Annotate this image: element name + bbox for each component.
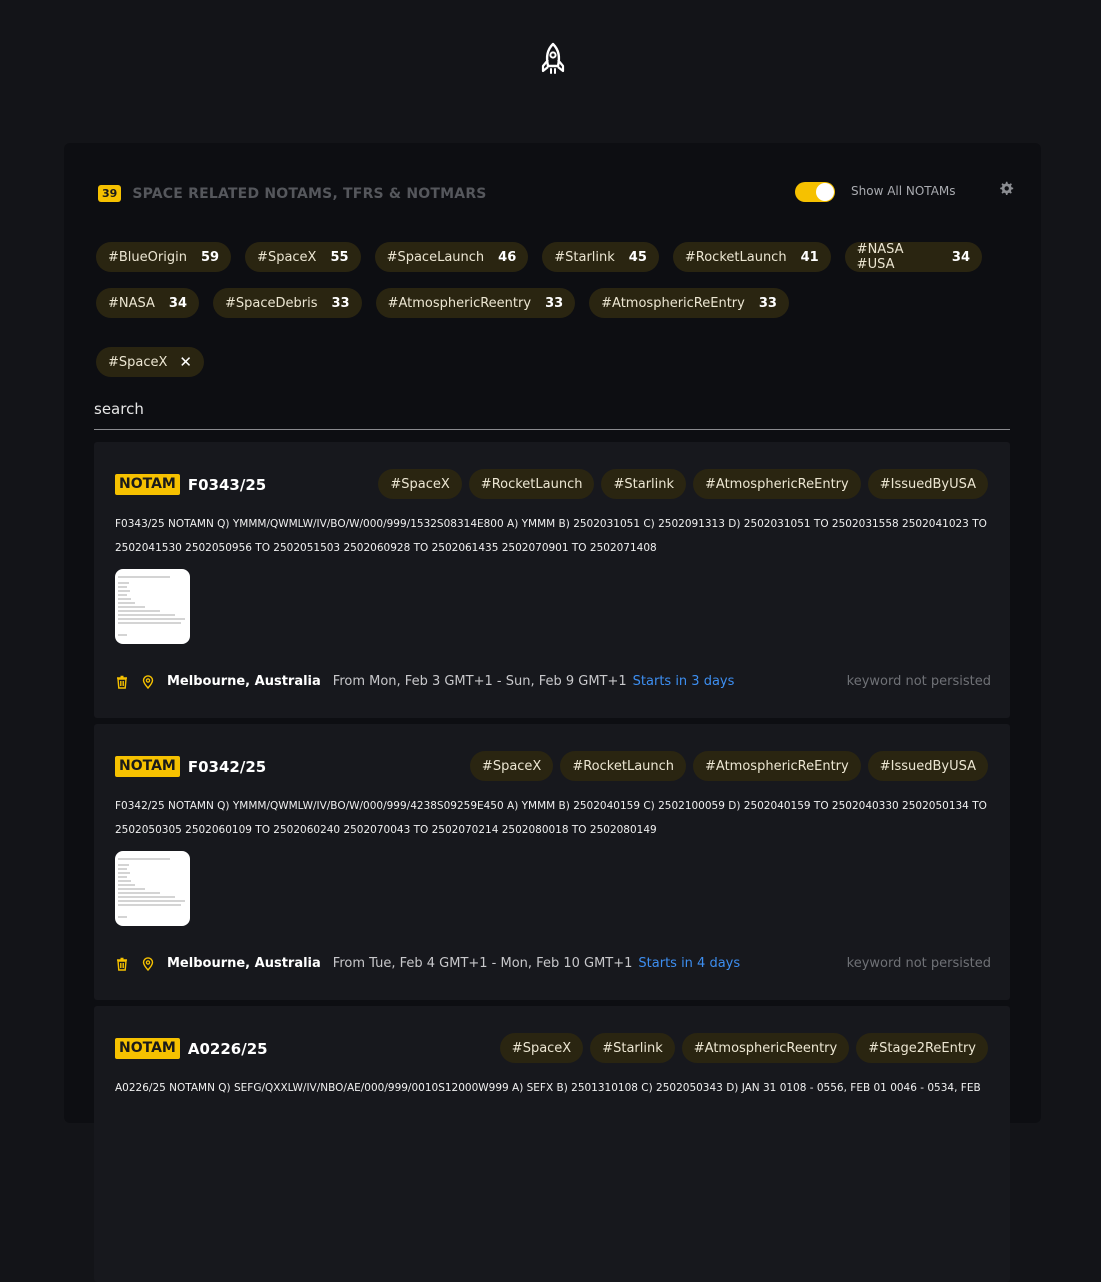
notam-text: F0342/25 NOTAMN Q) YMMM/QWMLW/IV/BO/W/00… <box>115 800 987 836</box>
card-tag[interactable]: #IssuedByUSA <box>867 751 988 781</box>
show-all-label: Show All NOTAMs <box>851 184 956 198</box>
notam-id: F0343/25 <box>187 475 267 494</box>
chip-label: #Starlink <box>554 249 615 265</box>
filter-chip[interactable]: #RocketLaunch 41 <box>672 242 831 272</box>
card-header: NOTAM F0342/25 <box>115 756 266 777</box>
trash-icon[interactable] <box>115 675 129 689</box>
card-tags: #SpaceX #RocketLaunch #AtmosphericReEntr… <box>463 751 988 781</box>
count-badge: 39 <box>98 185 122 202</box>
chip-count: 55 <box>330 249 349 265</box>
card-footer: Melbourne, Australia From Tue, Feb 4 GMT… <box>115 956 991 971</box>
notam-card[interactable]: NOTAM F0342/25 #SpaceX #RocketLaunch #At… <box>94 724 1010 1000</box>
chip-label: #SpaceLaunch <box>386 249 485 265</box>
filter-chip[interactable]: #SpaceX 55 <box>245 242 361 272</box>
starts-in: Starts in 3 days <box>632 674 735 689</box>
filter-chip[interactable]: #Starlink 45 <box>542 242 659 272</box>
notam-card[interactable]: NOTAM A0226/25 #SpaceX #Starlink #Atmosp… <box>94 1006 1010 1282</box>
card-tag[interactable]: #AtmosphericReEntry <box>693 751 861 781</box>
chip-count: 33 <box>331 295 350 311</box>
chip-count: 45 <box>628 249 647 265</box>
filter-chip[interactable]: #AtmosphericReentry 33 <box>375 288 576 318</box>
chip-count: 46 <box>498 249 517 265</box>
filter-chip[interactable]: #SpaceLaunch 46 <box>374 242 529 272</box>
chip-label: #SpaceX <box>257 249 317 265</box>
panel-title: SPACE RELATED NOTAMS, TFRS & NOTMARS <box>132 185 487 202</box>
chip-label: #RocketLaunch <box>684 249 787 265</box>
chip-count: 33 <box>545 295 564 311</box>
map-thumbnail[interactable] <box>115 851 190 926</box>
filter-row: #NASA 34 #SpaceDebris 33 #AtmosphericReent… <box>96 288 996 318</box>
show-all-toggle[interactable] <box>795 182 835 202</box>
card-tag[interactable]: #AtmosphericReentry <box>681 1033 850 1063</box>
notam-text: F0343/25 NOTAMN Q) YMMM/QWMLW/IV/BO/W/00… <box>115 518 987 554</box>
hashtag-filter-list: #BlueOrigin 59 #SpaceX 55 #SpaceLaunch 46 #… <box>96 242 996 334</box>
card-tag[interactable]: #AtmosphericReEntry <box>693 469 861 499</box>
notam-type-badge: NOTAM <box>115 1038 180 1059</box>
location-name: Melbourne, Australia <box>167 674 321 689</box>
chip-label: #SpaceDebris <box>225 295 318 311</box>
card-tag[interactable]: #Starlink <box>601 469 687 499</box>
location-pin-icon <box>142 674 154 689</box>
card-tag[interactable]: #RocketLaunch <box>560 751 687 781</box>
gear-icon[interactable] <box>998 181 1014 197</box>
notam-type-badge: NOTAM <box>115 756 180 777</box>
chip-count: 33 <box>758 295 777 311</box>
chip-label: #NASA #USA <box>856 242 904 272</box>
notam-card[interactable]: NOTAM F0343/25 #SpaceX #RocketLaunch #St… <box>94 442 1010 718</box>
persist-note: keyword not persisted <box>846 956 991 971</box>
card-header: NOTAM F0343/25 <box>115 474 266 495</box>
notam-type-badge: NOTAM <box>115 474 180 495</box>
card-tag[interactable]: #RocketLaunch <box>468 469 595 499</box>
chip-label: #NASA <box>108 295 155 311</box>
card-tag[interactable]: #SpaceX <box>499 1033 584 1063</box>
chip-count: 41 <box>800 249 819 265</box>
chip-count: 34 <box>951 249 970 265</box>
card-tags: #SpaceX #Starlink #AtmosphericReentry #S… <box>493 1033 988 1063</box>
chip-label: #BlueOrigin <box>108 249 187 265</box>
notam-panel: 39 SPACE RELATED NOTAMS, TFRS & NOTMARS … <box>64 143 1041 1282</box>
map-thumbnail[interactable] <box>115 569 190 644</box>
active-filter-label: #SpaceX <box>108 354 168 370</box>
map-thumbnail-icon <box>118 858 185 918</box>
filter-row: #BlueOrigin 59 #SpaceX 55 #SpaceLaunch 46 #… <box>96 242 996 272</box>
rocket-logo-icon <box>541 42 565 74</box>
chip-count: 34 <box>168 295 187 311</box>
active-filter-chip[interactable]: #SpaceX ✕ <box>96 347 204 377</box>
starts-in: Starts in 4 days <box>638 956 741 971</box>
filter-chip[interactable]: #SpaceDebris 33 <box>213 288 362 318</box>
chip-label: #AtmosphericReentry <box>387 295 532 311</box>
card-header: NOTAM A0226/25 <box>115 1038 268 1059</box>
filter-chip[interactable]: #NASA 34 <box>96 288 199 318</box>
chip-count: 59 <box>200 249 220 265</box>
filter-chip[interactable]: #AtmosphericReEntry 33 <box>589 288 789 318</box>
card-tag[interactable]: #Starlink <box>590 1033 675 1063</box>
panel-header: 39 SPACE RELATED NOTAMS, TFRS & NOTMARS <box>98 185 487 202</box>
persist-note: keyword not persisted <box>846 674 991 689</box>
trash-icon[interactable] <box>115 957 129 971</box>
date-range: From Tue, Feb 4 GMT+1 - Mon, Feb 10 GMT+… <box>332 956 633 971</box>
filter-chip[interactable]: #NASA #USA 34 <box>844 242 982 272</box>
chip-label: #AtmosphericReEntry <box>601 295 745 311</box>
card-tag[interactable]: #IssuedByUSA <box>867 469 988 499</box>
location-name: Melbourne, Australia <box>167 956 321 971</box>
card-footer: Melbourne, Australia From Mon, Feb 3 GMT… <box>115 674 991 689</box>
card-tags: #SpaceX #RocketLaunch #Starlink #Atmosph… <box>371 469 988 499</box>
search-input[interactable] <box>94 393 1010 430</box>
toggle-knob <box>816 183 834 201</box>
card-tag[interactable]: #SpaceX <box>469 751 554 781</box>
card-tag[interactable]: #Stage2ReEntry <box>856 1033 988 1063</box>
card-tag[interactable]: #SpaceX <box>378 469 462 499</box>
close-icon[interactable]: ✕ <box>179 353 192 371</box>
location-pin-icon <box>142 956 154 971</box>
map-thumbnail-icon <box>118 576 185 636</box>
notam-text: A0226/25 NOTAMN Q) SEFG/QXXLW/IV/NBO/AE/… <box>115 1082 981 1094</box>
notam-id: A0226/25 <box>187 1039 268 1058</box>
filter-chip[interactable]: #BlueOrigin 59 <box>96 242 232 272</box>
notam-id: F0342/25 <box>187 757 267 776</box>
date-range: From Mon, Feb 3 GMT+1 - Sun, Feb 9 GMT+1 <box>332 674 627 689</box>
